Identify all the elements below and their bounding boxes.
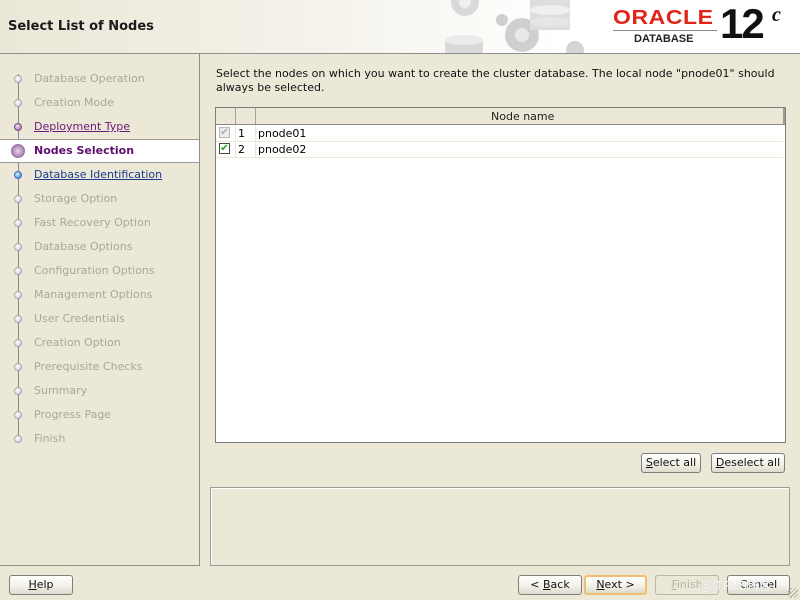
deselect-all-button[interactable]: Deselect all bbox=[711, 453, 785, 473]
step-indicator-icon bbox=[14, 219, 22, 227]
cell-divider bbox=[255, 141, 256, 157]
node-name-cell: pnode01 bbox=[258, 127, 307, 140]
step-indicator-icon bbox=[14, 75, 22, 83]
table-row[interactable]: ✔ 2 pnode02 bbox=[216, 141, 783, 158]
table-row[interactable]: ✔ 1 pnode01 bbox=[216, 125, 783, 142]
step-label: Database Identification bbox=[34, 168, 163, 181]
step-indicator-icon bbox=[14, 267, 22, 275]
step-label: Configuration Options bbox=[34, 264, 155, 277]
version-number: 12 bbox=[720, 0, 765, 47]
step-label: Database Operation bbox=[34, 72, 145, 85]
column-header-node-name[interactable]: Node name bbox=[256, 108, 783, 124]
sidebar-step-finish: Finish bbox=[0, 427, 199, 451]
sidebar-step-database-identification[interactable]: Database Identification bbox=[0, 163, 199, 187]
back-button[interactable]: < Back bbox=[518, 575, 582, 595]
sidebar-step-database-operation: Database Operation bbox=[0, 67, 199, 91]
page-title: Select List of Nodes bbox=[8, 19, 154, 34]
select-all-button[interactable]: Select all bbox=[641, 453, 701, 473]
step-label: Storage Option bbox=[34, 192, 118, 205]
sidebar-step-configuration-options: Configuration Options bbox=[0, 259, 199, 283]
row-index: 1 bbox=[238, 127, 245, 140]
button-prefix: < bbox=[530, 578, 543, 591]
button-label: ack bbox=[550, 578, 570, 591]
node-checkbox-disabled: ✔ bbox=[219, 127, 230, 138]
cell-divider bbox=[235, 125, 236, 141]
button-label: elp bbox=[36, 578, 54, 591]
sidebar-step-prerequisite-checks: Prerequisite Checks bbox=[0, 355, 199, 379]
sidebar-step-progress-page: Progress Page bbox=[0, 403, 199, 427]
sidebar-step-creation-mode: Creation Mode bbox=[0, 91, 199, 115]
gears-database-graphic-icon bbox=[445, 0, 584, 53]
step-indicator-icon bbox=[14, 99, 22, 107]
step-indicator-icon bbox=[14, 315, 22, 323]
watermark-text: @ITPUB博客 bbox=[700, 579, 772, 593]
node-name-header-label: Node name bbox=[491, 110, 555, 123]
oracle-database-12c-logo: ORACLE DATABASE 12 c bbox=[610, 0, 796, 50]
sidebar-step-fast-recovery-option: Fast Recovery Option bbox=[0, 211, 199, 235]
step-indicator-icon bbox=[14, 171, 22, 179]
mnemonic: B bbox=[543, 578, 551, 591]
next-button[interactable]: Next > bbox=[584, 575, 647, 595]
step-indicator-icon bbox=[14, 291, 22, 299]
cell-divider bbox=[235, 141, 236, 157]
sidebar-step-storage-option: Storage Option bbox=[0, 187, 199, 211]
step-label: Database Options bbox=[34, 240, 133, 253]
step-indicator-icon bbox=[14, 435, 22, 443]
step-indicator-icon bbox=[14, 123, 22, 131]
help-button[interactable]: Help bbox=[9, 575, 73, 595]
step-indicator-icon bbox=[14, 195, 22, 203]
header: Select List of Nodes ORACLE DATABASE 12 … bbox=[0, 0, 800, 54]
button-label: ext > bbox=[604, 578, 635, 591]
mnemonic: S bbox=[645, 456, 653, 469]
sidebar-step-management-options: Management Options bbox=[0, 283, 199, 307]
table-header: Node name bbox=[216, 108, 785, 125]
step-indicator-icon bbox=[14, 339, 22, 347]
sidebar-step-database-options: Database Options bbox=[0, 235, 199, 259]
nodes-table: Node name ✔ 1 pnode01 ✔ 2 pnode02 bbox=[215, 107, 786, 443]
sidebar-step-deployment-type[interactable]: Deployment Type bbox=[0, 115, 199, 139]
step-label: Summary bbox=[34, 384, 88, 397]
row-index: 2 bbox=[238, 143, 245, 156]
sidebar-step-summary: Summary bbox=[0, 379, 199, 403]
button-label: eselect all bbox=[724, 456, 781, 469]
resize-grip-icon[interactable] bbox=[788, 588, 798, 598]
database-product-text: DATABASE bbox=[634, 33, 694, 45]
step-label: User Credentials bbox=[34, 312, 125, 325]
step-indicator-icon bbox=[11, 144, 25, 158]
step-label: Deployment Type bbox=[34, 120, 131, 133]
sidebar-step-creation-option: Creation Option bbox=[0, 331, 199, 355]
step-indicator-icon bbox=[14, 387, 22, 395]
step-indicator-icon bbox=[14, 243, 22, 251]
column-header-select[interactable] bbox=[216, 108, 236, 124]
button-label: elect all bbox=[652, 456, 697, 469]
cell-divider bbox=[255, 125, 256, 141]
step-label: Management Options bbox=[34, 288, 153, 301]
message-panel bbox=[210, 487, 790, 566]
step-label: Prerequisite Checks bbox=[34, 360, 143, 373]
step-indicator-icon bbox=[14, 363, 22, 371]
mnemonic: H bbox=[28, 578, 37, 591]
logo-divider bbox=[613, 30, 717, 31]
node-name-cell: pnode02 bbox=[258, 143, 307, 156]
step-label: Creation Option bbox=[34, 336, 121, 349]
sidebar-step-nodes-selection[interactable]: Nodes Selection bbox=[0, 139, 199, 163]
step-label: Nodes Selection bbox=[34, 144, 135, 157]
column-header-index[interactable] bbox=[236, 108, 256, 124]
button-label: inish bbox=[676, 578, 703, 591]
step-label: Creation Mode bbox=[34, 96, 115, 109]
step-indicator-icon bbox=[14, 411, 22, 419]
step-label: Progress Page bbox=[34, 408, 112, 421]
instruction-text: Select the nodes on which you want to cr… bbox=[216, 67, 775, 94]
step-label: Finish bbox=[34, 432, 66, 445]
oracle-brand-text: ORACLE bbox=[613, 7, 714, 29]
node-checkbox[interactable]: ✔ bbox=[219, 143, 230, 154]
version-suffix: c bbox=[772, 4, 781, 26]
mnemonic: N bbox=[596, 578, 605, 591]
wizard-steps-sidebar: Database Operation Creation Mode Deploymen… bbox=[0, 54, 200, 566]
step-label: Fast Recovery Option bbox=[34, 216, 151, 229]
sidebar-step-user-credentials: User Credentials bbox=[0, 307, 199, 331]
